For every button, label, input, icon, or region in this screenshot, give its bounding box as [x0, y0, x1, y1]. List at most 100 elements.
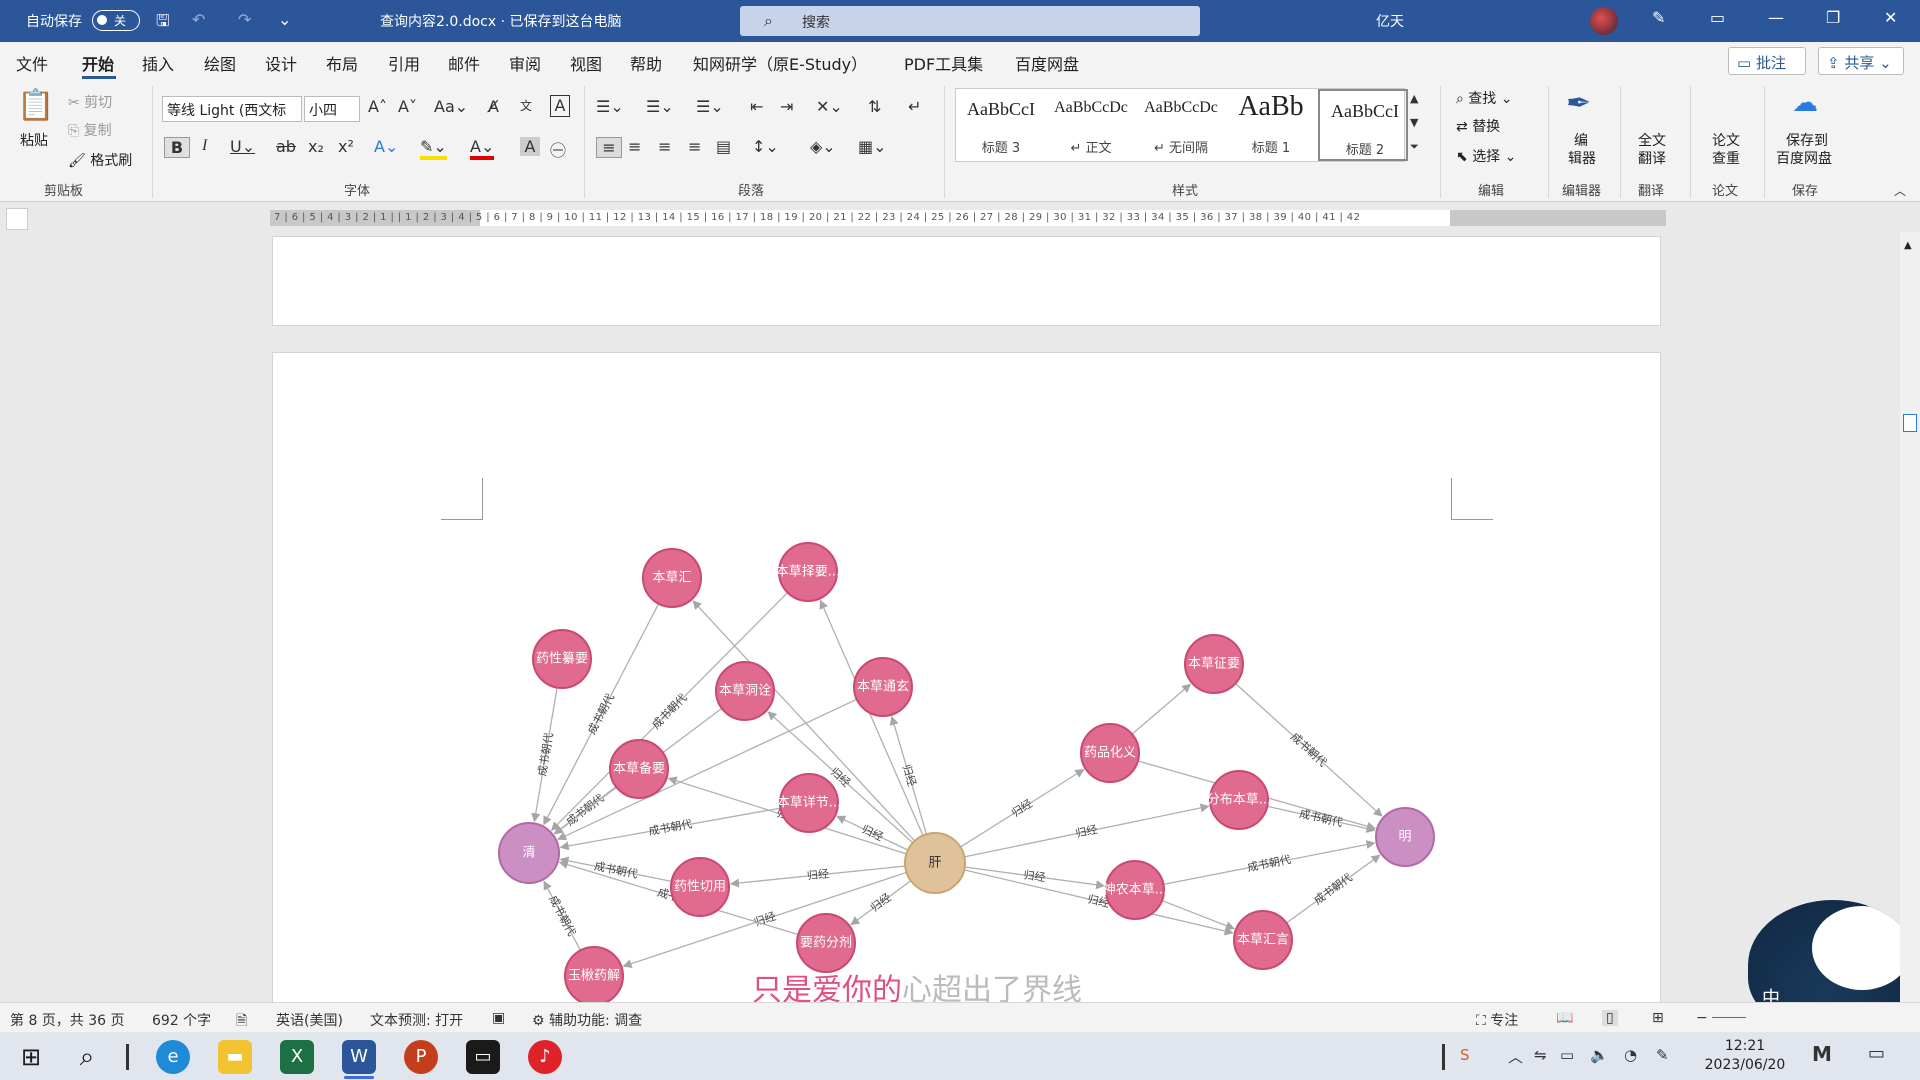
avatar[interactable]	[1590, 7, 1618, 35]
scroll-thumb[interactable]	[1903, 414, 1917, 432]
print-layout-icon[interactable]: ▯	[1602, 1010, 1618, 1026]
thesis-label-1[interactable]: 论文	[1712, 130, 1740, 150]
focus-button[interactable]: ⛶ 专注	[1476, 1010, 1518, 1030]
save-baidu-label-1[interactable]: 保存到	[1786, 130, 1828, 150]
network-icon[interactable]: ◔	[1624, 1046, 1637, 1064]
edge-icon[interactable]: e	[156, 1040, 190, 1074]
thesis-label-2[interactable]: 查重	[1712, 148, 1740, 168]
multilevel-list-icon[interactable]: ☰⌄	[696, 97, 724, 116]
superscript-icon[interactable]: x²	[338, 137, 354, 156]
word-count[interactable]: 692 个字	[152, 1010, 211, 1030]
terminal-icon[interactable]: ▭	[466, 1040, 500, 1074]
language[interactable]: 英语(美国)	[276, 1010, 343, 1030]
style-normal[interactable]: AaBbCcDc ↵ 正文	[1046, 89, 1136, 161]
align-center-icon[interactable]: ≡	[628, 137, 641, 156]
menu-mailings[interactable]: 邮件	[448, 51, 480, 75]
style-no-spacing[interactable]: AaBbCcDc ↵ 无间隔	[1136, 89, 1226, 161]
replace-button[interactable]: ⇄ 替换	[1456, 116, 1500, 136]
menu-file[interactable]: 文件	[16, 51, 48, 75]
menu-help[interactable]: 帮助	[630, 51, 662, 75]
search-taskbar-icon[interactable]: ⌕	[70, 1040, 104, 1074]
bold-icon[interactable]: B	[164, 137, 190, 158]
zoom-slider[interactable]	[1712, 1017, 1746, 1018]
font-size-select[interactable]: 小四	[304, 96, 360, 122]
style-heading3[interactable]: AaBbCcI 标题 3	[956, 89, 1046, 161]
vertical-scrollbar[interactable]: ▲	[1900, 232, 1920, 1002]
ime-logo-icon[interactable]: M	[1812, 1042, 1832, 1066]
file-explorer-icon[interactable]: ▬	[218, 1040, 252, 1074]
ribbon-display-icon[interactable]: ▭	[1710, 8, 1725, 27]
highlight-icon[interactable]: ✎⌄	[420, 137, 447, 160]
char-border-icon[interactable]: A	[550, 95, 570, 117]
document-title[interactable]: 查询内容2.0.docx · 已保存到这台电脑	[380, 11, 622, 31]
menu-cnki[interactable]: 知网研学（原E-Study）	[693, 51, 867, 75]
menu-draw[interactable]: 绘图	[204, 51, 236, 75]
save-icon[interactable]: 🖫	[156, 10, 170, 37]
scroll-up-icon[interactable]: ▲	[1904, 240, 1912, 251]
align-right-icon[interactable]: ≡	[658, 137, 671, 156]
sort-icon[interactable]: ⇅	[868, 97, 881, 116]
phonetic-icon[interactable]: 文	[520, 97, 532, 114]
menu-pdf[interactable]: PDF工具集	[904, 51, 983, 75]
italic-icon[interactable]: I	[202, 137, 207, 155]
shading-icon[interactable]: ◈⌄	[810, 137, 836, 156]
proofing-icon[interactable]: 🗎	[236, 1010, 247, 1034]
menu-view[interactable]: 视图	[570, 51, 602, 75]
styles-scroll-up-icon[interactable]: ▲	[1410, 92, 1418, 105]
horizontal-ruler[interactable]: 7 | 6 | 5 | 4 | 3 | 2 | 1 | | 1 | 2 | 3 …	[270, 210, 1666, 226]
grow-font-icon[interactable]: A˄	[368, 97, 387, 116]
shrink-font-icon[interactable]: A˅	[398, 97, 417, 116]
volume-icon[interactable]: 🔈	[1590, 1046, 1609, 1064]
menu-layout[interactable]: 布局	[326, 51, 358, 75]
battery-icon[interactable]: ▭	[1560, 1046, 1574, 1064]
search-box[interactable]: ⌕ 搜索	[740, 6, 1200, 36]
collapse-ribbon-icon[interactable]: ︿	[1894, 182, 1906, 199]
tray-app-icon[interactable]: ⇋	[1534, 1046, 1547, 1064]
font-name-select[interactable]: 等线 Light (西文标	[162, 96, 302, 122]
line-spacing-icon[interactable]: ↕⌄	[752, 137, 779, 156]
start-icon[interactable]: ⊞	[14, 1040, 48, 1074]
increase-indent-icon[interactable]: ⇥	[780, 97, 793, 116]
tray-expand-icon[interactable]: ︿	[1508, 1046, 1523, 1067]
restore-icon[interactable]: ❐	[1826, 8, 1840, 27]
styles-scroll-down-icon[interactable]: ▼	[1410, 116, 1418, 129]
customize-qat-icon[interactable]: ⌄	[278, 10, 291, 29]
font-color-icon[interactable]: A⌄	[470, 137, 495, 160]
read-mode-icon[interactable]: 📖	[1556, 1010, 1573, 1026]
share-button[interactable]: ⇪ 共享 ⌄	[1818, 47, 1904, 75]
borders-icon[interactable]: ▦⌄	[858, 137, 887, 156]
menu-baidu[interactable]: 百度网盘	[1015, 51, 1079, 75]
editor-icon[interactable]: ✒	[1566, 86, 1591, 121]
clock[interactable]: 12:21 2023/06/20	[1700, 1037, 1790, 1075]
menu-design[interactable]: 设计	[265, 51, 297, 75]
translate-label-2[interactable]: 翻译	[1638, 148, 1666, 168]
baidu-cloud-icon[interactable]: ☁	[1792, 88, 1818, 118]
undo-icon[interactable]: ↶	[192, 10, 205, 29]
style-heading2[interactable]: AaBbCcI 标题 2	[1318, 89, 1408, 161]
comment-button[interactable]: ▭ 批注	[1728, 47, 1806, 75]
paste-label[interactable]: 粘贴	[20, 130, 48, 150]
redo-icon[interactable]: ↷	[238, 10, 251, 29]
show-marks-icon[interactable]: ↵	[908, 97, 921, 116]
clear-format-icon[interactable]: A̸	[488, 97, 499, 116]
autosave-toggle[interactable]: 关	[92, 10, 140, 31]
text-prediction[interactable]: 文本预测: 打开	[370, 1010, 463, 1030]
editor-label-1[interactable]: 编	[1574, 130, 1588, 150]
excel-icon[interactable]: X	[280, 1040, 314, 1074]
word-icon[interactable]: W	[342, 1040, 376, 1074]
save-baidu-label-2[interactable]: 百度网盘	[1776, 148, 1832, 168]
menu-insert[interactable]: 插入	[142, 51, 174, 75]
powerpoint-icon[interactable]: P	[404, 1040, 438, 1074]
format-painter-button[interactable]: 🖌 格式刷	[68, 150, 132, 170]
macro-icon[interactable]: ▣	[492, 1010, 505, 1026]
accessibility-status[interactable]: ⚙ 辅助功能: 调查	[532, 1010, 642, 1030]
select-button[interactable]: ⬉ 选择 ⌄	[1456, 146, 1516, 166]
sogou-ime-icon[interactable]: S	[1460, 1046, 1470, 1064]
minimize-icon[interactable]: —	[1768, 8, 1784, 27]
change-case-icon[interactable]: Aa⌄	[434, 97, 468, 116]
chinese-layout-icon[interactable]: ✕⌄	[816, 97, 843, 116]
numbering-icon[interactable]: ☰⌄	[646, 97, 674, 116]
zoom-out-icon[interactable]: −	[1696, 1010, 1708, 1026]
bullets-icon[interactable]: ☰⌄	[596, 97, 624, 116]
translate-label-1[interactable]: 全文	[1638, 130, 1666, 150]
